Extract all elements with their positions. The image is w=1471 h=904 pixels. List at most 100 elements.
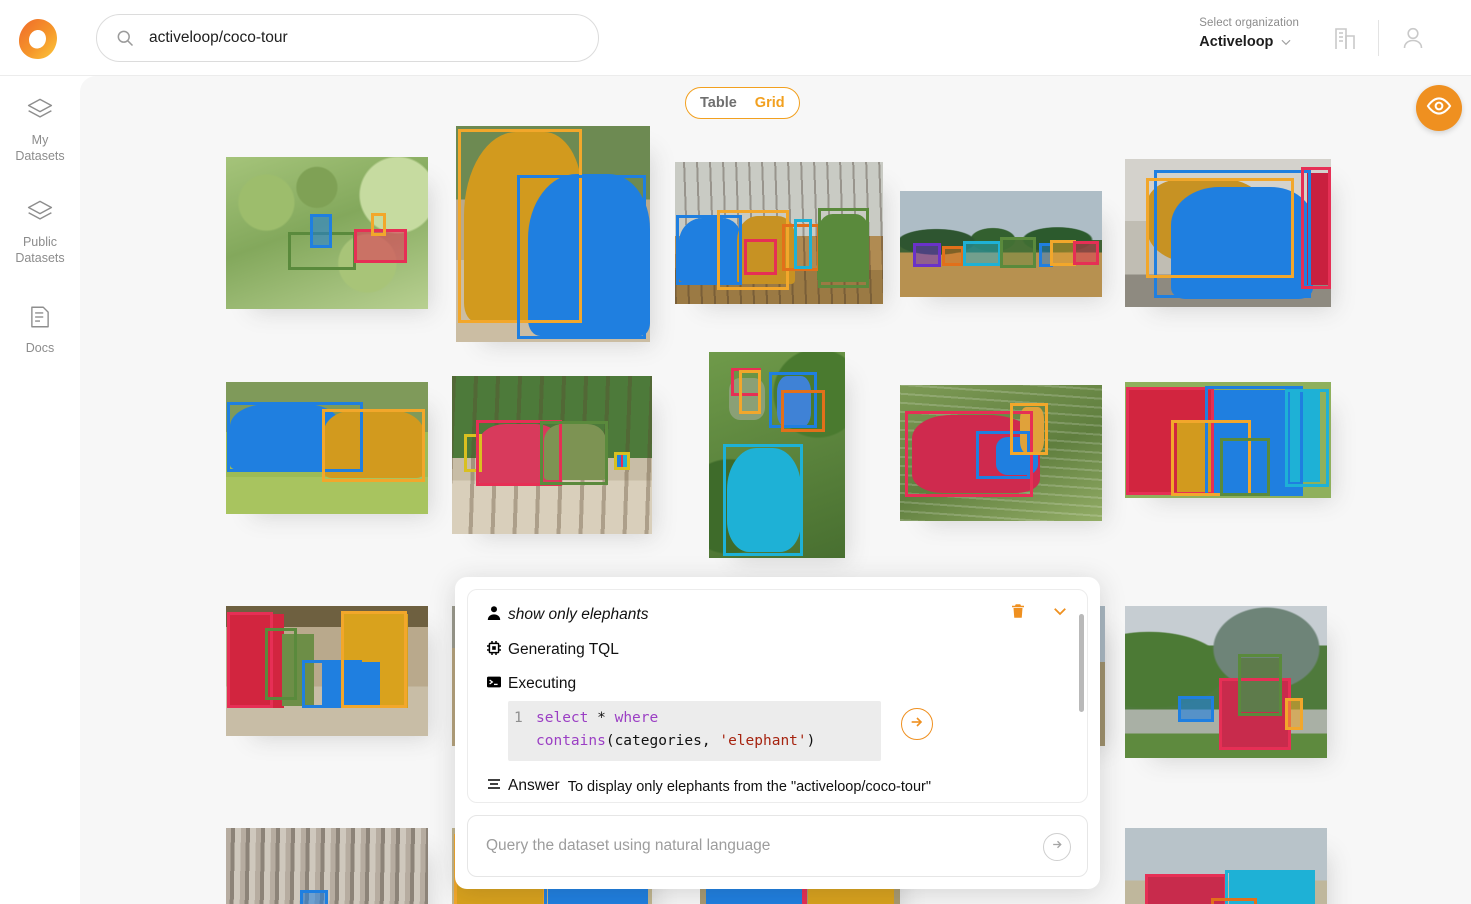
image-elephant-herd-dust[interactable] — [226, 606, 428, 736]
chat-query-row: show only elephants — [486, 604, 1069, 626]
dataset-search-box[interactable] — [96, 14, 599, 62]
bbox-green — [1220, 438, 1270, 496]
code-line-number: 1 — [514, 710, 523, 726]
activeloop-logo-icon[interactable] — [15, 16, 61, 62]
trash-icon[interactable] — [1009, 602, 1027, 620]
code-args: (categories, — [605, 733, 720, 749]
image-elephant-group-wide[interactable] — [1125, 382, 1331, 498]
sidebar-label-line1: Public — [22, 235, 58, 249]
sidebar-label-line1: Docs — [25, 341, 55, 355]
bbox-teal — [1285, 389, 1329, 487]
sidebar-item-docs[interactable]: Docs — [0, 300, 80, 356]
org-current[interactable]: Activeloop — [1199, 34, 1299, 50]
code-kw-select: select — [536, 710, 589, 726]
code-fn-contains: contains — [536, 733, 606, 749]
chat-answer-text: To display only elephants from the "acti… — [567, 779, 932, 795]
image-coastal-herd[interactable] — [1125, 828, 1327, 904]
bbox-teal — [723, 444, 803, 556]
query-input[interactable] — [486, 837, 1069, 855]
image-zoo-elephants[interactable] — [452, 376, 652, 534]
top-bar: Select organization Activeloop — [0, 0, 1471, 76]
bbox-red — [744, 239, 777, 275]
chevron-down-icon[interactable] — [1279, 35, 1293, 49]
tab-table[interactable]: Table — [700, 95, 737, 111]
tab-grid[interactable]: Grid — [755, 95, 785, 111]
bbox-purple — [913, 243, 941, 267]
query-input-box[interactable] — [467, 815, 1088, 877]
bbox-dark-orange — [942, 246, 964, 266]
layers-icon — [0, 92, 80, 126]
bbox-blue — [517, 175, 646, 339]
send-query-button[interactable] — [1043, 833, 1071, 861]
chat-step-label: Executing — [508, 675, 577, 692]
sidebar-label-line2: Datasets — [15, 251, 65, 265]
image-two-elephants-closeup[interactable] — [456, 126, 650, 342]
list-icon — [486, 775, 508, 792]
visualizer-toggle-button[interactable] — [1416, 85, 1462, 131]
bbox-teal — [794, 219, 812, 269]
generated-query-block: 1 select * where contains(categories, 'el… — [508, 701, 1069, 761]
bbox-dark-orange — [781, 390, 825, 432]
building-icon[interactable] — [1331, 24, 1359, 52]
bbox-orange — [341, 611, 407, 708]
chat-scrollbar[interactable] — [1079, 614, 1084, 712]
bbox-blue — [1178, 696, 1214, 722]
image-elephant-grass-pair[interactable] — [226, 382, 428, 514]
chat-answer-label: Answer — [508, 777, 560, 794]
bbox-orange — [371, 213, 386, 236]
sidebar-item-public-datasets[interactable]: Public Datasets — [0, 194, 80, 266]
code-string-elephant: 'elephant' — [719, 733, 807, 749]
eye-icon — [1426, 93, 1452, 124]
arrow-right-icon — [1051, 838, 1064, 856]
bbox-small-cluster — [614, 452, 630, 470]
bbox-orange — [322, 409, 425, 482]
search-input[interactable] — [149, 29, 580, 47]
bbox-green — [1238, 654, 1282, 716]
left-sidebar: My Datasets Public Datasets Docs — [0, 76, 80, 904]
run-query-button[interactable] — [901, 708, 933, 740]
bbox-red — [1301, 167, 1331, 289]
sidebar-label-line2: Datasets — [15, 149, 65, 163]
organization-selector[interactable]: Select organization Activeloop — [1199, 15, 1299, 50]
image-forest-trunks[interactable] — [226, 828, 428, 904]
bbox-green — [540, 421, 608, 485]
app-root: Select organization Activeloop — [0, 0, 1471, 904]
chat-answer-row: Answer To display only elephants from th… — [486, 775, 1069, 802]
chip-icon — [486, 639, 508, 656]
bbox-orange — [1146, 178, 1294, 278]
bbox-red — [1073, 241, 1099, 265]
sidebar-label-line1: My — [31, 133, 49, 147]
sidebar-item-my-datasets[interactable]: My Datasets — [0, 92, 80, 164]
bbox-orange — [1010, 403, 1048, 455]
image-elephant-river-bath[interactable] — [900, 385, 1102, 521]
image-elephant-water-edge[interactable] — [1125, 159, 1331, 307]
chat-scroll-area[interactable]: show only elephants Generating TQL Execu… — [468, 590, 1087, 802]
chat-step-executing: Executing — [486, 673, 1069, 694]
user-avatar-icon[interactable] — [1399, 24, 1427, 52]
image-herd-dry-trees[interactable] — [675, 162, 883, 304]
user-icon — [486, 604, 508, 621]
chat-step-label: Generating TQL — [508, 641, 619, 658]
bbox-teal — [963, 241, 1001, 266]
layers-icon — [0, 194, 80, 228]
tql-code[interactable]: 1 select * where contains(categories, 'el… — [508, 701, 881, 761]
image-mountain-road-truck[interactable] — [1125, 606, 1327, 758]
image-elephant-jungle-vertical[interactable] — [709, 352, 845, 558]
image-forest-elephants[interactable] — [226, 157, 428, 309]
bbox-orange — [1285, 698, 1303, 730]
chat-query-actions — [1009, 602, 1069, 620]
chevron-down-icon[interactable] — [1051, 602, 1069, 620]
image-savannah-panorama[interactable] — [900, 191, 1102, 297]
bbox-blue — [310, 214, 332, 248]
code-kw-where: where — [614, 710, 659, 726]
bbox-green — [1000, 237, 1036, 268]
org-select-label: Select organization — [1199, 17, 1299, 29]
chat-history: show only elephants Generating TQL Execu… — [467, 589, 1088, 803]
view-mode-toggle[interactable]: Table Grid — [685, 87, 800, 119]
terminal-icon — [486, 673, 508, 690]
header-divider — [1378, 20, 1379, 56]
natural-language-query-panel: show only elephants Generating TQL Execu… — [455, 577, 1100, 889]
bbox-blue — [300, 890, 328, 904]
code-paren: ) — [806, 733, 816, 749]
header-bottom-rule — [0, 75, 1471, 76]
